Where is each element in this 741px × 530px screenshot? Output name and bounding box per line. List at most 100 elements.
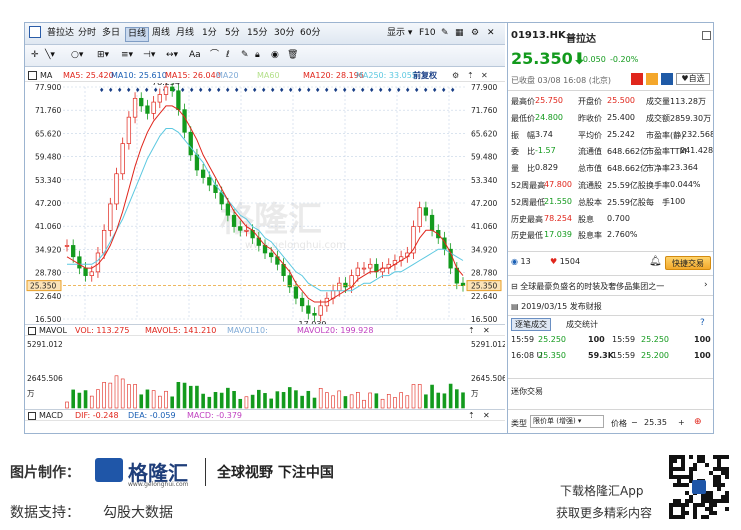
volume-bar[interactable] — [424, 394, 428, 409]
grid-icon[interactable]: ▦ — [455, 27, 464, 40]
tab-multiday[interactable]: 多日 — [102, 27, 120, 40]
candle-body[interactable] — [151, 101, 156, 114]
volume-bar[interactable] — [176, 381, 181, 409]
legend-toggle-icon[interactable] — [28, 71, 37, 80]
candle-body[interactable] — [231, 214, 237, 227]
crosshair-icon[interactable]: ✛ — [31, 49, 39, 62]
candle-body[interactable] — [126, 116, 132, 144]
volume-bar[interactable] — [108, 382, 113, 409]
price-decrease-button[interactable]: − — [631, 418, 638, 427]
lock-icon[interactable]: 🔒︎ — [255, 49, 260, 62]
volume-bar[interactable] — [71, 389, 75, 409]
macd-close-icon[interactable]: ✕ — [483, 410, 490, 422]
candle-body[interactable] — [176, 90, 181, 110]
candle-body[interactable] — [163, 86, 169, 95]
news-item[interactable]: ⊟ 全球最豪负盛名的时装及奢侈品集团之一 — [511, 281, 664, 292]
tab-daily[interactable]: 日线 — [125, 27, 150, 42]
candle-body[interactable] — [64, 245, 70, 247]
price-increase-button[interactable]: + — [678, 418, 685, 427]
volume-bar[interactable] — [145, 389, 150, 409]
macd-up-icon[interactable]: ⇡ — [468, 410, 475, 422]
tab-15min[interactable]: 15分 — [247, 27, 267, 40]
brush-tool-icon[interactable]: ⌒ — [210, 49, 219, 62]
watch-button[interactable]: ♥自选 — [676, 73, 710, 85]
order-type-select[interactable]: 限价单 (增强) ▾ — [530, 415, 604, 428]
ma-close-icon[interactable]: ✕ — [481, 69, 488, 82]
candle-body[interactable] — [188, 131, 193, 156]
volume-bar[interactable] — [448, 383, 453, 409]
arrow-tool-icon[interactable]: ↔▾ — [166, 49, 178, 62]
volume-bar[interactable] — [127, 384, 131, 409]
tab-60min[interactable]: 60分 — [300, 27, 320, 40]
comment-count[interactable]: ◉ 13 — [511, 257, 531, 266]
measure-tool-icon[interactable]: ⊣▾ — [143, 49, 155, 62]
candle-body[interactable] — [343, 282, 348, 288]
volume-bar[interactable] — [226, 387, 230, 409]
magnet-icon[interactable]: ℓ — [226, 49, 230, 62]
candle-body[interactable] — [114, 173, 119, 205]
volume-bar[interactable] — [325, 392, 329, 409]
candle-body[interactable] — [170, 86, 175, 92]
pencil-icon[interactable]: ✎ — [241, 49, 249, 62]
candle-body[interactable] — [361, 267, 367, 270]
volume-bar[interactable] — [269, 398, 273, 409]
volume-bar[interactable] — [201, 393, 205, 409]
volume-bar[interactable] — [170, 396, 174, 409]
candle-body[interactable] — [101, 229, 107, 254]
candle-body[interactable] — [83, 267, 88, 276]
candle-body[interactable] — [132, 97, 138, 118]
volume-bar[interactable] — [430, 384, 434, 409]
volume-bar[interactable] — [380, 398, 385, 409]
ma-up-icon[interactable]: ⇡ — [467, 69, 474, 82]
volume-bar[interactable] — [442, 393, 447, 409]
target-icon[interactable]: ⊕ — [694, 417, 702, 427]
volume-bar[interactable] — [362, 399, 366, 409]
help-icon[interactable]: ? — [700, 318, 705, 328]
volume-bar[interactable] — [374, 393, 379, 409]
price-chart[interactable]: 格隆汇 www.gelonghui.com ♦ ♦ ♦ ♦ ♦ ♦ ♦ ♦ ♦ ♦ ♦ ♦ ♦ ♦ ♦ ♦ ♦ ♦… — [25, 83, 505, 433]
volume-bar[interactable] — [281, 392, 286, 409]
candle-body[interactable] — [207, 177, 212, 186]
candle-body[interactable] — [337, 282, 342, 292]
candle-body[interactable] — [71, 245, 76, 258]
volume-bar[interactable] — [83, 390, 88, 409]
fib-tool-icon[interactable]: ≡▾ — [121, 49, 133, 62]
volume-bar[interactable] — [120, 378, 125, 409]
candle-body[interactable] — [238, 226, 243, 231]
candle-body[interactable] — [355, 267, 360, 276]
volume-bar[interactable] — [294, 390, 298, 409]
candle-body[interactable] — [368, 263, 373, 269]
volume-bar[interactable] — [417, 384, 422, 409]
volume-bar[interactable] — [337, 390, 342, 409]
volume-bar[interactable] — [257, 389, 261, 409]
volume-bar[interactable] — [263, 393, 267, 409]
line-tool-icon[interactable]: ╲▾ — [45, 49, 55, 62]
tab-trade-stats[interactable]: 成交统计 — [566, 319, 598, 330]
volume-bar[interactable] — [96, 389, 100, 409]
candle-body[interactable] — [244, 229, 249, 232]
tab-stock-name[interactable]: 普拉达 — [47, 27, 74, 40]
volume-bar[interactable] — [219, 392, 224, 409]
candle-body[interactable] — [200, 169, 206, 178]
volume-bar[interactable] — [213, 391, 218, 409]
volume-bar[interactable] — [306, 390, 311, 409]
candle-body[interactable] — [423, 207, 429, 216]
volume-bar[interactable] — [300, 395, 304, 409]
tab-intraday[interactable]: 分时 — [78, 27, 96, 40]
ma-settings-icon[interactable]: ⚙ — [452, 69, 459, 82]
download-text[interactable]: 下载格隆汇App — [560, 482, 643, 499]
settings-icon[interactable]: ⚙ — [471, 27, 479, 40]
volume-bar[interactable] — [207, 396, 212, 409]
candle-body[interactable] — [299, 297, 305, 307]
display-menu[interactable]: 显示 ▾ — [387, 27, 412, 40]
qr-code-icon[interactable] — [666, 452, 732, 524]
volume-bar[interactable] — [164, 390, 168, 409]
volume-bar[interactable] — [232, 390, 236, 409]
volume-bar[interactable] — [188, 385, 193, 409]
volume-bar[interactable] — [399, 392, 403, 409]
volume-toggle-icon[interactable] — [28, 327, 36, 335]
tab-5min[interactable]: 5分 — [225, 27, 240, 40]
circle-tool-icon[interactable]: ○▾ — [71, 49, 83, 62]
volume-bar[interactable] — [386, 394, 391, 409]
volume-bar[interactable] — [318, 387, 323, 409]
